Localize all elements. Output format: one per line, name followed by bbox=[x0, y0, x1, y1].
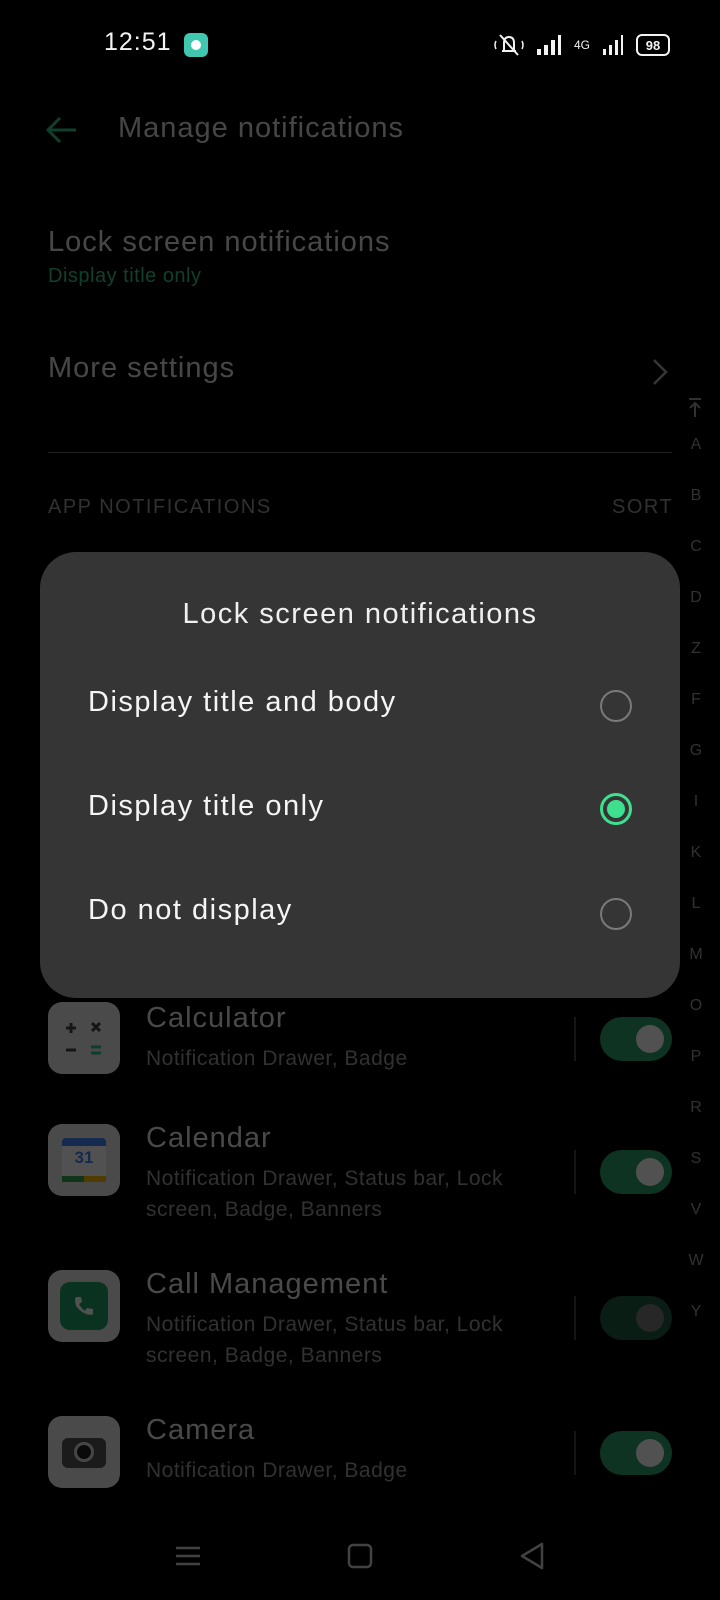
more-settings[interactable]: More settings bbox=[48, 352, 235, 385]
status-bar: 12:51 4G 98 bbox=[0, 0, 720, 90]
signal-icon-2 bbox=[603, 35, 623, 55]
radio-unselected[interactable] bbox=[600, 898, 632, 930]
app-row-calendar[interactable]: Calendar Notification Drawer, Status bar… bbox=[146, 1122, 546, 1225]
camera-icon bbox=[48, 1416, 120, 1488]
index-letter[interactable]: Y bbox=[684, 1303, 708, 1354]
sort-button[interactable]: SORT bbox=[612, 496, 673, 519]
index-letter[interactable]: I bbox=[684, 793, 708, 844]
option-label: Display title and body bbox=[88, 686, 397, 718]
call-management-toggle[interactable] bbox=[600, 1296, 672, 1340]
index-letter[interactable]: V bbox=[684, 1201, 708, 1252]
battery-icon: 98 bbox=[636, 34, 670, 56]
divider bbox=[574, 1150, 576, 1194]
index-letter[interactable]: G bbox=[684, 742, 708, 793]
index-letter[interactable]: L bbox=[684, 895, 708, 946]
phone-icon bbox=[75, 1297, 93, 1315]
divider bbox=[574, 1017, 576, 1061]
signal-icon bbox=[536, 35, 561, 55]
index-letter[interactable]: R bbox=[684, 1099, 708, 1150]
camera-toggle[interactable] bbox=[600, 1431, 672, 1475]
option-display-title-and-body[interactable]: Display title and body bbox=[40, 652, 680, 756]
app-name: Calculator bbox=[146, 1002, 287, 1034]
index-letter[interactable]: F bbox=[684, 691, 708, 742]
index-letter[interactable]: W bbox=[684, 1252, 708, 1303]
section-header: APP NOTIFICATIONS bbox=[48, 496, 272, 518]
calculator-toggle[interactable] bbox=[600, 1017, 672, 1061]
index-letter[interactable]: S bbox=[684, 1150, 708, 1201]
app-detail: Notification Drawer, Status bar, Lock sc… bbox=[146, 1313, 503, 1367]
dialog-title: Lock screen notifications bbox=[182, 598, 538, 630]
app-detail: Notification Drawer, Badge bbox=[146, 1047, 408, 1070]
divider bbox=[574, 1296, 576, 1340]
lock-screen-title: Lock screen notifications bbox=[48, 226, 391, 258]
option-label: Display title only bbox=[88, 790, 325, 822]
app-name: Call Management bbox=[146, 1268, 389, 1300]
app-detail: Notification Drawer, Status bar, Lock sc… bbox=[146, 1167, 503, 1221]
app-detail: Notification Drawer, Badge bbox=[146, 1459, 408, 1482]
radio-selected[interactable] bbox=[600, 793, 632, 825]
calculator-icon bbox=[48, 1002, 120, 1074]
scroll-to-top-icon[interactable] bbox=[688, 398, 702, 418]
chevron-right-icon bbox=[653, 359, 668, 385]
index-letter[interactable]: D bbox=[684, 589, 708, 640]
lock-screen-value: Display title only bbox=[48, 265, 202, 287]
index-letter[interactable]: Z bbox=[684, 640, 708, 691]
index-letter[interactable]: K bbox=[684, 844, 708, 895]
divider bbox=[48, 452, 672, 453]
call-management-icon bbox=[48, 1270, 120, 1342]
option-display-title-only[interactable]: Display title only bbox=[40, 756, 680, 860]
index-letter[interactable]: O bbox=[684, 997, 708, 1048]
page-title: Manage notifications bbox=[118, 112, 404, 144]
alphabet-index[interactable]: A B C D Z F G I K L M O P R S V W Y bbox=[684, 436, 708, 1354]
divider bbox=[574, 1431, 576, 1475]
calendar-icon-date: 31 bbox=[74, 1148, 94, 1167]
notification-app-icon bbox=[184, 33, 208, 57]
index-letter[interactable]: P bbox=[684, 1048, 708, 1099]
triangle-back-icon[interactable] bbox=[514, 1538, 550, 1574]
status-icons: 4G 98 bbox=[494, 30, 670, 60]
home-square-icon[interactable] bbox=[342, 1538, 378, 1574]
app-row-call-management[interactable]: Call Management Notification Drawer, Sta… bbox=[146, 1268, 546, 1371]
app-name: Calendar bbox=[146, 1122, 272, 1154]
menu-icon[interactable] bbox=[170, 1538, 206, 1574]
calendar-toggle[interactable] bbox=[600, 1150, 672, 1194]
app-row-calculator[interactable]: Calculator Notification Drawer, Badge bbox=[146, 1002, 546, 1074]
calendar-icon: 31 bbox=[48, 1124, 120, 1196]
lock-screen-dialog: Lock screen notifications Display title … bbox=[40, 552, 680, 998]
app-name: Camera bbox=[146, 1414, 256, 1446]
option-label: Do not display bbox=[88, 894, 293, 926]
arrow-left-icon[interactable] bbox=[44, 112, 80, 148]
option-do-not-display[interactable]: Do not display bbox=[40, 860, 680, 964]
index-letter[interactable]: A bbox=[684, 436, 708, 487]
network-type: 4G bbox=[573, 38, 590, 52]
lock-screen-setting[interactable]: Lock screen notifications Display title … bbox=[48, 226, 391, 288]
radio-unselected[interactable] bbox=[600, 690, 632, 722]
status-time: 12:51 bbox=[104, 28, 172, 56]
index-letter[interactable]: C bbox=[684, 538, 708, 589]
muted-bell-icon bbox=[494, 34, 524, 56]
app-row-camera[interactable]: Camera Notification Drawer, Badge bbox=[146, 1414, 546, 1486]
index-letter[interactable]: B bbox=[684, 487, 708, 538]
index-letter[interactable]: M bbox=[684, 946, 708, 997]
